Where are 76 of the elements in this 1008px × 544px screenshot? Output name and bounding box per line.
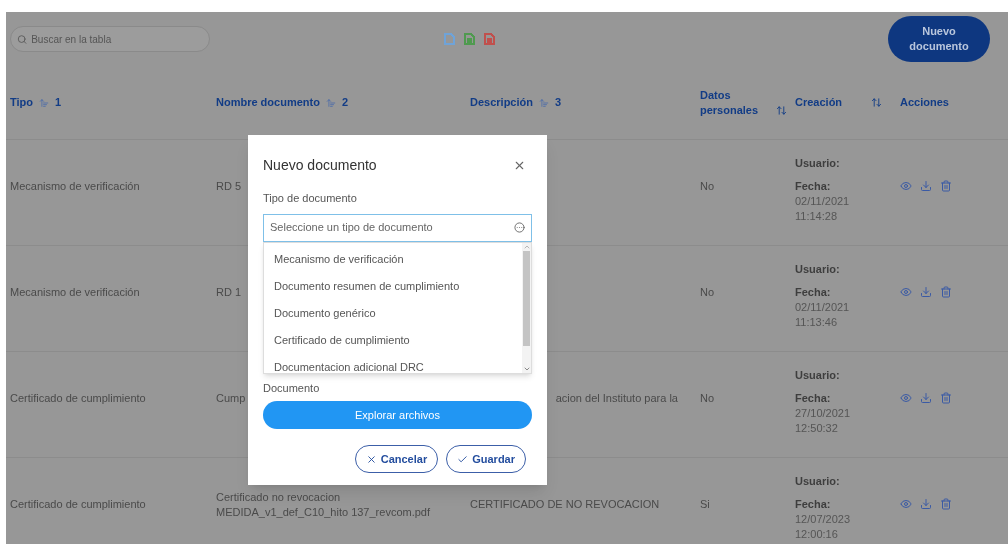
time-value: 12:50:32 xyxy=(795,421,839,436)
field-label: Documento xyxy=(263,380,321,396)
sort-ascending-icon[interactable] xyxy=(39,97,49,108)
field-label: Tipo de documento xyxy=(263,191,358,206)
delete-icon[interactable] xyxy=(940,498,952,510)
date-label: Fecha: xyxy=(795,285,832,300)
file-export-icon[interactable] xyxy=(484,33,495,45)
table-cell-text: Mecanismo de verificación xyxy=(10,179,140,195)
time-value: 12:00:16 xyxy=(795,527,839,542)
sort-ascending-icon[interactable] xyxy=(538,97,549,108)
user-label: Usuario: xyxy=(795,368,841,383)
table-cell: RD 5 xyxy=(216,179,242,194)
dropdown-option[interactable]: Certificado de cumplimiento xyxy=(274,330,522,350)
sort-icon[interactable] xyxy=(776,104,787,116)
sort-order-number: 1 xyxy=(55,95,62,111)
delete-icon[interactable] xyxy=(940,286,952,298)
date-value: 12/07/2023 xyxy=(795,512,852,527)
document-type-select[interactable]: Seleccione un tipo de documento xyxy=(263,213,532,242)
delete-icon[interactable] xyxy=(940,180,952,192)
dropdown-option[interactable]: Documentacion adicional DRC xyxy=(274,357,522,373)
close-icon[interactable] xyxy=(513,159,526,172)
table-cell-text: acion del Instituto para la xyxy=(555,391,678,407)
view-icon[interactable] xyxy=(900,286,912,298)
user-label: Usuario: xyxy=(795,262,841,277)
table-cell-text: No xyxy=(700,285,715,301)
table-cell-text: Certificado de cumplimiento xyxy=(10,391,146,407)
scrollbar[interactable] xyxy=(522,242,531,373)
date-value: 02/11/2021 xyxy=(795,300,851,315)
column-header[interactable]: Acciones xyxy=(900,94,949,111)
column-header[interactable]: Datos personales xyxy=(700,87,770,118)
view-icon[interactable] xyxy=(900,392,912,404)
download-icon[interactable] xyxy=(920,392,932,404)
user-label: Usuario: xyxy=(795,156,841,171)
search-input[interactable]: Buscar en la tabla xyxy=(31,31,203,47)
sort-order-number: 3 xyxy=(554,95,562,111)
table-cell-text: Certificado no revocacion MEDIDA_v1_def_C10_hito 137_revcom.pdf xyxy=(216,489,431,520)
dropdown-option[interactable]: Documento resumen de cumplimiento xyxy=(274,276,522,296)
close-icon xyxy=(365,453,377,465)
search-field[interactable]: Buscar en la tabla xyxy=(10,26,210,52)
time-value: 11:13:46 xyxy=(795,315,838,330)
download-icon[interactable] xyxy=(920,180,932,192)
table-cell-text: CERTIFICADO DE NO REVOCACION xyxy=(470,497,660,513)
table-cell: RD 1 xyxy=(216,285,242,300)
sort-icon[interactable] xyxy=(871,97,882,108)
table-cell-text: Si xyxy=(700,497,710,513)
table-cell-text: Certificado de cumplimiento xyxy=(10,497,146,513)
date-label: Fecha: xyxy=(795,179,832,194)
date-value: 02/11/2021 xyxy=(795,194,851,209)
sort-order-number: 2 xyxy=(341,95,349,111)
file-export-icon[interactable] xyxy=(464,33,475,45)
column-header[interactable]: Tipo xyxy=(10,94,33,111)
search-icon xyxy=(17,33,28,45)
time-value: 11:14:28 xyxy=(795,209,838,224)
column-header[interactable]: Creación xyxy=(795,95,865,110)
table-cell-text: No xyxy=(700,179,715,195)
delete-icon[interactable] xyxy=(940,392,952,404)
date-label: Fecha: xyxy=(795,497,832,512)
date-value: 27/10/2021 xyxy=(795,406,852,421)
download-icon[interactable] xyxy=(920,498,932,510)
sort-ascending-icon[interactable] xyxy=(325,97,336,108)
dropdown-option[interactable]: Documento genérico xyxy=(274,303,522,323)
column-header[interactable]: Descripción xyxy=(470,94,533,111)
table-cell-text: Mecanismo de verificación xyxy=(10,285,140,301)
view-icon[interactable] xyxy=(900,498,912,510)
select-icon xyxy=(514,222,525,233)
download-icon[interactable] xyxy=(920,286,932,298)
new-document-button[interactable]: Nuevo documento xyxy=(888,16,990,62)
column-header[interactable]: Nombre documento xyxy=(216,94,320,111)
date-label: Fecha: xyxy=(795,391,832,406)
table-cell-text: No xyxy=(700,391,715,407)
dropdown-option[interactable]: Mecanismo de verificación xyxy=(274,249,522,269)
check-icon xyxy=(457,453,469,465)
user-label: Usuario: xyxy=(795,474,841,489)
table-cell: Cump xyxy=(216,391,246,406)
modal-title: Nuevo documento xyxy=(263,156,377,175)
view-icon[interactable] xyxy=(900,180,912,192)
